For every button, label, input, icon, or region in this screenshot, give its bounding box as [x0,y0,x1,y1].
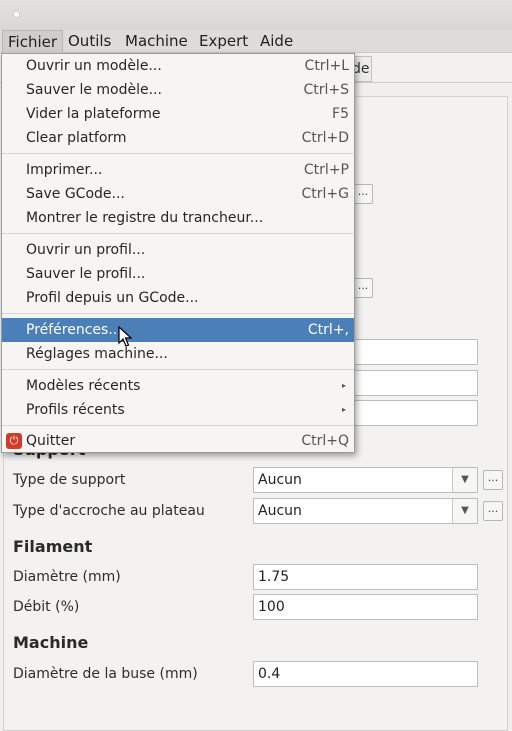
menu-item-save-gcode[interactable]: Save GCode... Ctrl+G [2,182,354,206]
menu-item-modeles-recents[interactable]: Modèles récents ▸ [2,374,354,398]
accroche-label: Type d'accroche au plateau [13,503,205,519]
type-support-more-button[interactable]: ... [483,470,503,490]
menu-item-shortcut: Ctrl+, [307,322,349,338]
menu-item-shortcut: Ctrl+G [301,186,350,202]
filament-heading: Filament [13,537,93,556]
menu-item-label: Modèles récents [26,378,141,394]
menu-item-shortcut: Ctrl+L [304,58,349,74]
background-field-3[interactable] [353,400,478,426]
menu-separator [2,233,354,234]
submenu-arrow-icon: ▸ [341,381,346,390]
menu-separator [2,313,354,314]
menu-item-label: Ouvrir un profil... [26,242,146,258]
menu-item-sauver-modele[interactable]: Sauver le modèle... Ctrl+S [2,78,354,102]
menu-item-reglages-machine[interactable]: Réglages machine... [2,342,354,366]
menu-item-label: Montrer le registre du trancheur... [26,210,264,226]
background-browse-button-2[interactable]: ... [353,278,373,298]
menu-item-ouvrir-modele[interactable]: Ouvrir un modèle... Ctrl+L [2,54,354,78]
menu-aide[interactable]: Aide [255,30,298,53]
mouse-cursor-icon [118,326,133,347]
menu-separator [2,153,354,154]
diametre-label: Diamètre (mm) [13,569,121,585]
menu-item-label: Vider la plateforme [26,106,161,122]
menu-item-shortcut: Ctrl+S [303,82,349,98]
debit-input[interactable]: 100 [253,594,478,620]
menu-item-shortcut: Ctrl+P [303,162,349,178]
menu-item-clear-platform[interactable]: Clear platform Ctrl+D [2,126,354,150]
menu-item-label: Clear platform [26,130,127,146]
menu-item-registre-trancheur[interactable]: Montrer le registre du trancheur... [2,206,354,230]
menu-item-label: Imprimer... [26,162,103,178]
menu-item-profil-gcode[interactable]: Profil depuis un GCode... [2,286,354,310]
menu-fichier[interactable]: Fichier [2,30,64,53]
menu-item-label: Profils récents [26,402,125,418]
menu-separator [2,369,354,370]
fichier-dropdown-menu: Ouvrir un modèle... Ctrl+L Sauver le modè… [1,53,355,453]
debit-label: Débit (%) [13,599,80,615]
window-titlebar [0,0,512,30]
menu-expert[interactable]: Expert [194,30,253,53]
power-icon: ⏻ [6,433,22,449]
type-support-select[interactable]: Aucun ▼ [253,467,478,493]
diametre-input[interactable]: 1.75 [253,564,478,590]
menu-item-label: Save GCode... [26,186,125,202]
accroche-more-button[interactable]: ... [483,501,503,521]
chevron-down-icon[interactable]: ▼ [452,468,477,492]
menu-item-label: Ouvrir un modèle... [26,58,162,74]
menu-item-label: Sauver le modèle... [26,82,162,98]
machine-heading: Machine [13,633,89,652]
window-close-dot[interactable] [13,11,20,18]
chevron-down-icon[interactable]: ▼ [452,499,477,523]
type-support-value: Aucun [258,472,302,488]
submenu-arrow-icon: ▸ [341,405,346,414]
menu-item-shortcut: Ctrl+D [301,130,349,146]
menu-item-shortcut: F5 [332,106,349,122]
menu-item-preferences[interactable]: Préférences... Ctrl+, [2,318,354,342]
type-support-label: Type de support [13,472,126,488]
menubar: Fichier Outils Machine Expert Aide [0,30,512,53]
menu-item-sauver-profil[interactable]: Sauver le profil... [2,262,354,286]
accroche-select[interactable]: Aucun ▼ [253,498,478,524]
menu-machine[interactable]: Machine [120,30,193,53]
menu-item-ouvrir-profil[interactable]: Ouvrir un profil... [2,238,354,262]
background-field-2[interactable] [353,370,478,396]
menu-item-label: Réglages machine... [26,346,168,362]
accroche-value: Aucun [258,503,302,519]
menu-item-label: Sauver le profil... [26,266,146,282]
menu-outils[interactable]: Outils [63,30,116,53]
menu-item-imprimer[interactable]: Imprimer... Ctrl+P [2,158,354,182]
menu-item-label: Préférences... [26,322,122,338]
menu-item-vider-plateforme[interactable]: Vider la plateforme F5 [2,102,354,126]
background-browse-button[interactable]: ... [353,184,373,204]
menu-item-label: Quitter [26,433,76,449]
menu-item-label: Profil depuis un GCode... [26,290,199,306]
buse-label: Diamètre de la buse (mm) [13,666,198,682]
buse-input[interactable]: 0.4 [253,661,478,687]
menu-item-quitter[interactable]: ⏻ Quitter Ctrl+Q [2,429,354,453]
background-field-1[interactable] [353,339,478,365]
menu-item-shortcut: Ctrl+Q [301,433,349,449]
menu-separator [2,425,354,426]
menu-item-profils-recents[interactable]: Profils récents ▸ [2,398,354,422]
